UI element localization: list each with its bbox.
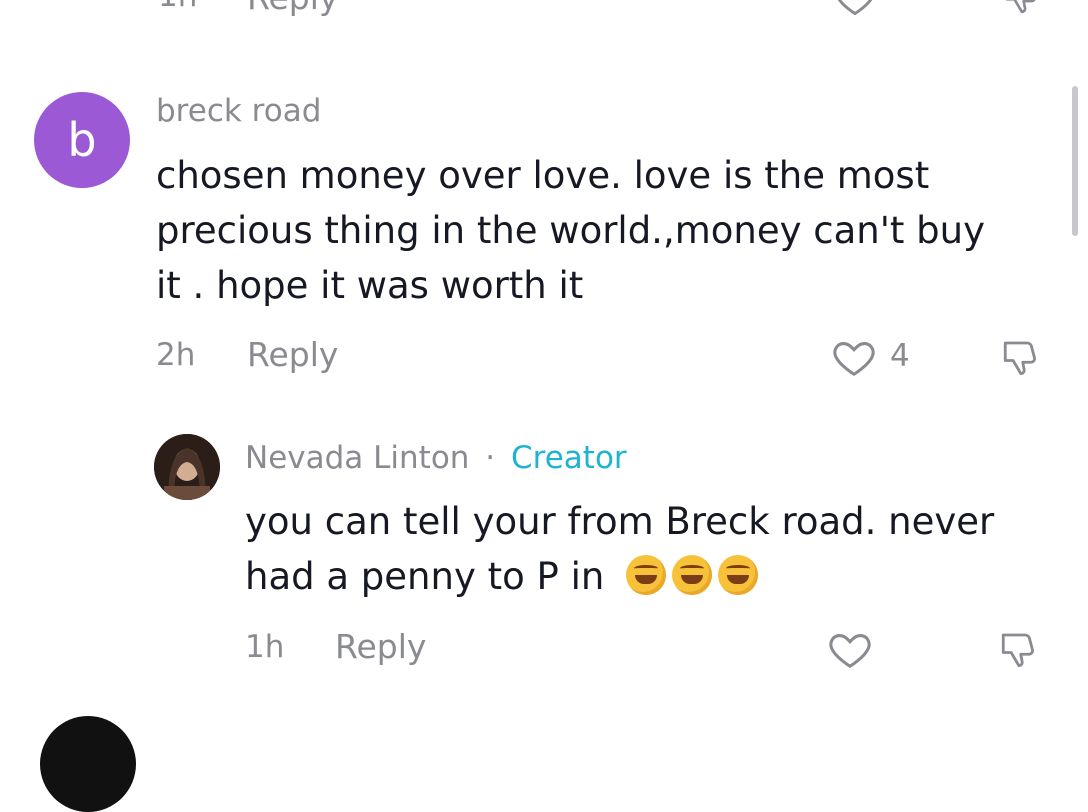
- avatar-letter: b: [67, 113, 97, 167]
- reply-time: 1h: [245, 629, 285, 665]
- comment-username[interactable]: breck road: [156, 93, 321, 129]
- comment-line: chosen money over love. love is the most: [156, 154, 930, 197]
- reply-button[interactable]: Reply: [335, 627, 426, 666]
- reply-username[interactable]: Nevada Linton: [245, 440, 469, 476]
- reply-username-row: Nevada Linton · Creator: [245, 440, 627, 476]
- avatar[interactable]: [154, 434, 220, 500]
- comment-text: chosen money over love. love is the most…: [156, 148, 1056, 313]
- scrollbar[interactable]: [1072, 86, 1078, 236]
- avatar[interactable]: b: [34, 92, 130, 188]
- comment-line: it . hope it was worth it: [156, 264, 584, 307]
- reply-line-text: had a penny to P in: [245, 555, 605, 598]
- reply-button[interactable]: Reply: [247, 0, 338, 17]
- separator-dot: ·: [485, 440, 496, 476]
- reply-text: you can tell your from Breck road. never…: [245, 494, 1065, 604]
- dislike-icon[interactable]: [1000, 0, 1044, 18]
- heart-icon[interactable]: [826, 625, 874, 673]
- reply-line: had a penny to P in: [245, 549, 1065, 604]
- heart-icon[interactable]: [830, 333, 878, 381]
- dislike-icon[interactable]: [998, 334, 1044, 380]
- reply-line: you can tell your from Breck road. never: [245, 500, 995, 543]
- comment-time: 1h: [158, 0, 197, 14]
- dislike-icon[interactable]: [996, 626, 1042, 672]
- creator-badge: Creator: [511, 440, 627, 476]
- laughing-emoji-icon: [672, 555, 713, 595]
- heart-icon[interactable]: [832, 0, 878, 20]
- avatar[interactable]: [40, 716, 136, 812]
- comment-time: 2h: [156, 337, 196, 373]
- reply-button[interactable]: Reply: [247, 335, 338, 374]
- laughing-emoji-icon: [718, 555, 759, 595]
- like-count: 4: [890, 338, 910, 374]
- laughing-emoji-icon: [626, 555, 667, 595]
- comment-line: precious thing in the world.,money can't…: [156, 209, 985, 252]
